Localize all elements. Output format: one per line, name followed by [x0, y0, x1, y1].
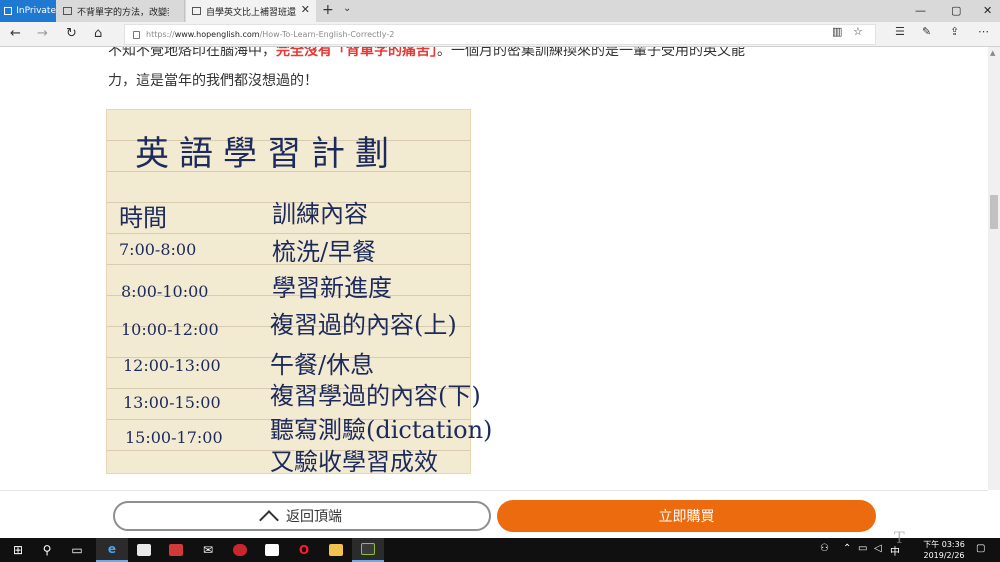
article-paragraph-line2: 力，這是當年的我們都沒想過的！: [108, 73, 318, 89]
tab-strip: InPrivate 不背單字的方法，改變我的 自學英文比上補習班還 ✕ + ⌄ …: [0, 0, 1000, 22]
tab-menu-chevron-icon[interactable]: ⌄: [343, 3, 351, 14]
back-icon[interactable]: ←: [10, 26, 21, 41]
plan-header-content: 訓練內容: [272, 200, 368, 228]
task-view-icon[interactable]: ▭: [61, 538, 93, 562]
article-paragraph-line1: 不知不覺地烙印在腦海中，完全沒有「背單字的痛苦」。一個月的密集訓練換來的是一輩子…: [108, 47, 868, 65]
highlighted-text: 完全沒有「背單字的痛苦」: [276, 47, 437, 59]
favorite-star-icon[interactable]: ☆: [853, 25, 863, 38]
chevron-up-icon: [259, 510, 279, 530]
plan-row-time: 15:00-17:00: [125, 428, 223, 447]
url-field[interactable]: https://www.hopenglish.com/How-To-Learn-…: [124, 24, 876, 45]
app-red-icon[interactable]: [224, 538, 256, 562]
people-icon[interactable]: ⚇: [820, 543, 829, 554]
notification-icon[interactable]: ▢: [976, 543, 985, 554]
window-close-button[interactable]: ✕: [983, 4, 992, 17]
plan-row-activity: 複習過的內容(上): [270, 311, 457, 339]
back-to-top-label: 返回頂端: [286, 509, 342, 525]
nox-icon[interactable]: [352, 538, 384, 562]
plan-row-activity: 聽寫測驗(dictation): [270, 416, 493, 444]
search-icon[interactable]: ⚲: [31, 538, 63, 562]
share-icon[interactable]: ⇪: [950, 25, 959, 38]
plan-row-time: 8:00-10:00: [121, 282, 209, 301]
tab-hopenglish-self-study[interactable]: 自學英文比上補習班還 ✕: [186, 0, 316, 22]
handwritten-study-plan-image: 英語學習計劃 時間 訓練內容 7:00-8:00 梳洗/早餐 8:00-10:0…: [106, 109, 492, 476]
vertical-scrollbar[interactable]: ▲: [988, 47, 1000, 490]
tab-hopenglish-method[interactable]: 不背單字的方法，改變我的: [57, 0, 185, 22]
reading-view-icon[interactable]: ▥: [832, 25, 842, 38]
tab-label: 不背單字的方法，改變我的: [77, 7, 169, 18]
lock-icon: [133, 30, 140, 39]
inprivate-label: InPrivate: [16, 6, 56, 16]
scrollbar-thumb[interactable]: [990, 195, 998, 229]
article-content: 不知不覺地烙印在腦海中，完全沒有「背單字的痛苦」。一個月的密集訓練換來的是一輩子…: [0, 47, 988, 490]
plan-header-time: 時間: [119, 204, 167, 232]
page-icon: [63, 7, 72, 15]
file-explorer-icon[interactable]: [320, 538, 352, 562]
plan-row-activity: 複習學過的內容(下): [270, 382, 481, 410]
tray-chevron-up-icon[interactable]: ⌃: [843, 543, 851, 554]
taskbar-clock[interactable]: 下午 03:36 2019/2/26: [920, 539, 968, 561]
buy-now-button[interactable]: 立即購買: [497, 500, 876, 532]
pen-icon[interactable]: ✎: [922, 25, 931, 38]
url-path: /How-To-Learn-English-Correctly-2: [259, 30, 395, 39]
inprivate-icon: [4, 7, 13, 15]
gift-icon[interactable]: [160, 538, 192, 562]
text-segment: 。一個月的密集訓練換來的是一輩子受用的英文能: [437, 47, 745, 59]
opera-icon[interactable]: O: [288, 538, 320, 562]
new-tab-button[interactable]: +: [322, 2, 334, 18]
address-bar: ← → ↻ ⌂ https://www.hopenglish.com/How-T…: [0, 22, 1000, 47]
clock-date: 2019/2/26: [923, 551, 965, 560]
plan-row-time: 7:00-8:00: [119, 240, 197, 259]
minimize-button[interactable]: —: [915, 4, 926, 17]
url-host: www.hopenglish.com: [174, 30, 260, 39]
back-to-top-button[interactable]: 返回頂端: [113, 501, 491, 531]
edge-icon[interactable]: e: [96, 538, 128, 562]
windows-start-icon[interactable]: ⊞: [2, 538, 34, 562]
plan-row-time: 13:00-15:00: [123, 393, 221, 412]
plan-row-time: 12:00-13:00: [123, 356, 221, 375]
app-square-icon[interactable]: [256, 538, 288, 562]
inprivate-badge: InPrivate: [0, 0, 56, 22]
watermark-logo: T: [894, 528, 905, 547]
maximize-button[interactable]: ▢: [951, 4, 961, 17]
volume-icon[interactable]: ◁: [874, 543, 882, 554]
tab-close-icon[interactable]: ✕: [301, 3, 310, 16]
store-icon[interactable]: [128, 538, 160, 562]
page-icon: [192, 7, 201, 15]
home-icon[interactable]: ⌂: [94, 26, 102, 41]
plan-title: 英語學習計劃: [135, 134, 399, 174]
windows-taskbar: ⊞ ⚲ ▭ e ✉ O ⚇ ⌃ ▭ ◁ 中 下午 03:36 2019/2/26…: [0, 538, 1000, 562]
text-segment: 不知不覺地烙印在腦海中，: [108, 47, 276, 59]
clock-time: 下午 03:36: [923, 540, 965, 549]
forward-icon[interactable]: →: [37, 26, 48, 41]
more-icon[interactable]: ⋯: [978, 25, 989, 38]
plan-row-time: 10:00-12:00: [121, 320, 219, 339]
plan-row-activity: 午餐/休息: [270, 351, 375, 379]
plan-row-activity: 又驗收學習成效: [270, 448, 438, 476]
favorites-hub-icon[interactable]: ☰: [895, 25, 905, 38]
network-icon[interactable]: ▭: [858, 543, 867, 554]
mail-icon[interactable]: ✉: [192, 538, 224, 562]
plan-row-activity: 梳洗/早餐: [272, 238, 377, 266]
scroll-up-icon[interactable]: ▲: [990, 49, 995, 57]
refresh-icon[interactable]: ↻: [66, 26, 77, 41]
plan-row-activity: 學習新進度: [272, 274, 392, 302]
tab-label: 自學英文比上補習班還: [206, 7, 297, 18]
url-scheme: https://: [146, 30, 175, 39]
buy-now-label: 立即購買: [658, 509, 715, 525]
bottom-action-bar: 返回頂端 立即購買: [0, 490, 988, 538]
